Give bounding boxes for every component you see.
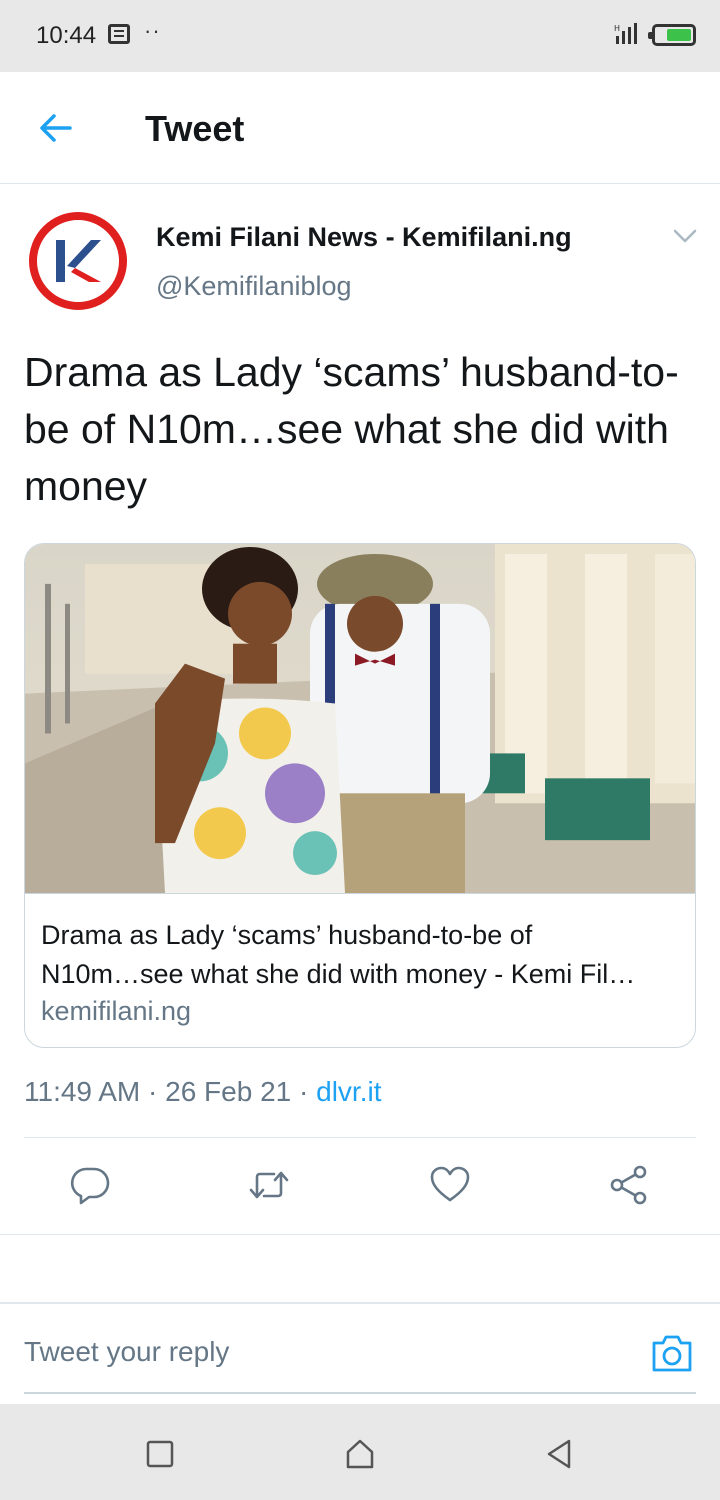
card-title-line-2: N10m…see what she did with money - Kemi … xyxy=(41,959,636,989)
author-handle[interactable]: @Kemifilaniblog xyxy=(156,271,352,302)
kemi-filani-logo xyxy=(27,210,129,312)
avatar[interactable] xyxy=(27,210,129,312)
signal-icon: H xyxy=(614,23,637,44)
camera-icon[interactable] xyxy=(650,1332,694,1374)
share-button[interactable] xyxy=(608,1164,650,1206)
author-name[interactable]: Kemi Filani News - Kemifilani.ng xyxy=(156,222,572,253)
reply-button[interactable] xyxy=(69,1164,111,1206)
recent-apps-icon[interactable] xyxy=(144,1438,176,1470)
tweet-date: 26 Feb 21 xyxy=(165,1076,292,1107)
retweet-button[interactable] xyxy=(248,1164,290,1206)
home-icon[interactable] xyxy=(344,1438,376,1470)
app-header: Tweet xyxy=(0,72,720,184)
divider xyxy=(24,1137,696,1138)
link-card[interactable]: Drama as Lady ‘scams’ husband-to-be of N… xyxy=(24,543,696,1048)
like-button[interactable] xyxy=(429,1164,471,1206)
page-title: Tweet xyxy=(145,108,245,149)
meta-separator: · xyxy=(291,1076,317,1107)
battery-charging-icon xyxy=(648,24,696,46)
notification-dots: ·· xyxy=(144,18,161,43)
heart-icon xyxy=(430,1166,470,1202)
tweet-source-link[interactable]: dlvr.it xyxy=(316,1076,381,1107)
reply-underline xyxy=(24,1392,696,1394)
system-nav-bar xyxy=(0,1404,720,1500)
share-icon xyxy=(610,1165,647,1205)
tweet-time: 11:49 AM xyxy=(24,1076,141,1107)
status-time: 10:44 xyxy=(36,22,97,49)
svg-text:H: H xyxy=(614,24,620,33)
status-bar: 10:44 ·· H xyxy=(0,0,720,72)
tweet-text: Drama as Lady ‘scams’ husband-to-be of N… xyxy=(24,349,679,509)
retweet-icon xyxy=(249,1171,289,1199)
tweet-meta: 11:49 AM · 26 Feb 21 · dlvr.it xyxy=(24,1076,381,1108)
meta-separator: · xyxy=(140,1076,166,1107)
photo-couple-image xyxy=(25,544,695,894)
reply-icon xyxy=(70,1167,110,1205)
card-title: Drama as Lady ‘scams’ husband-to-be of N… xyxy=(41,916,681,994)
notes-icon xyxy=(108,24,130,44)
chevron-down-icon[interactable] xyxy=(672,226,698,246)
section-spacer xyxy=(0,1234,720,1304)
card-title-line-1: Drama as Lady ‘scams’ husband-to-be of xyxy=(41,920,533,950)
arrow-left-icon[interactable] xyxy=(36,108,76,148)
back-icon[interactable] xyxy=(543,1438,575,1470)
card-domain: kemifilani.ng xyxy=(41,996,192,1026)
reply-input[interactable]: Tweet your reply xyxy=(24,1336,229,1368)
